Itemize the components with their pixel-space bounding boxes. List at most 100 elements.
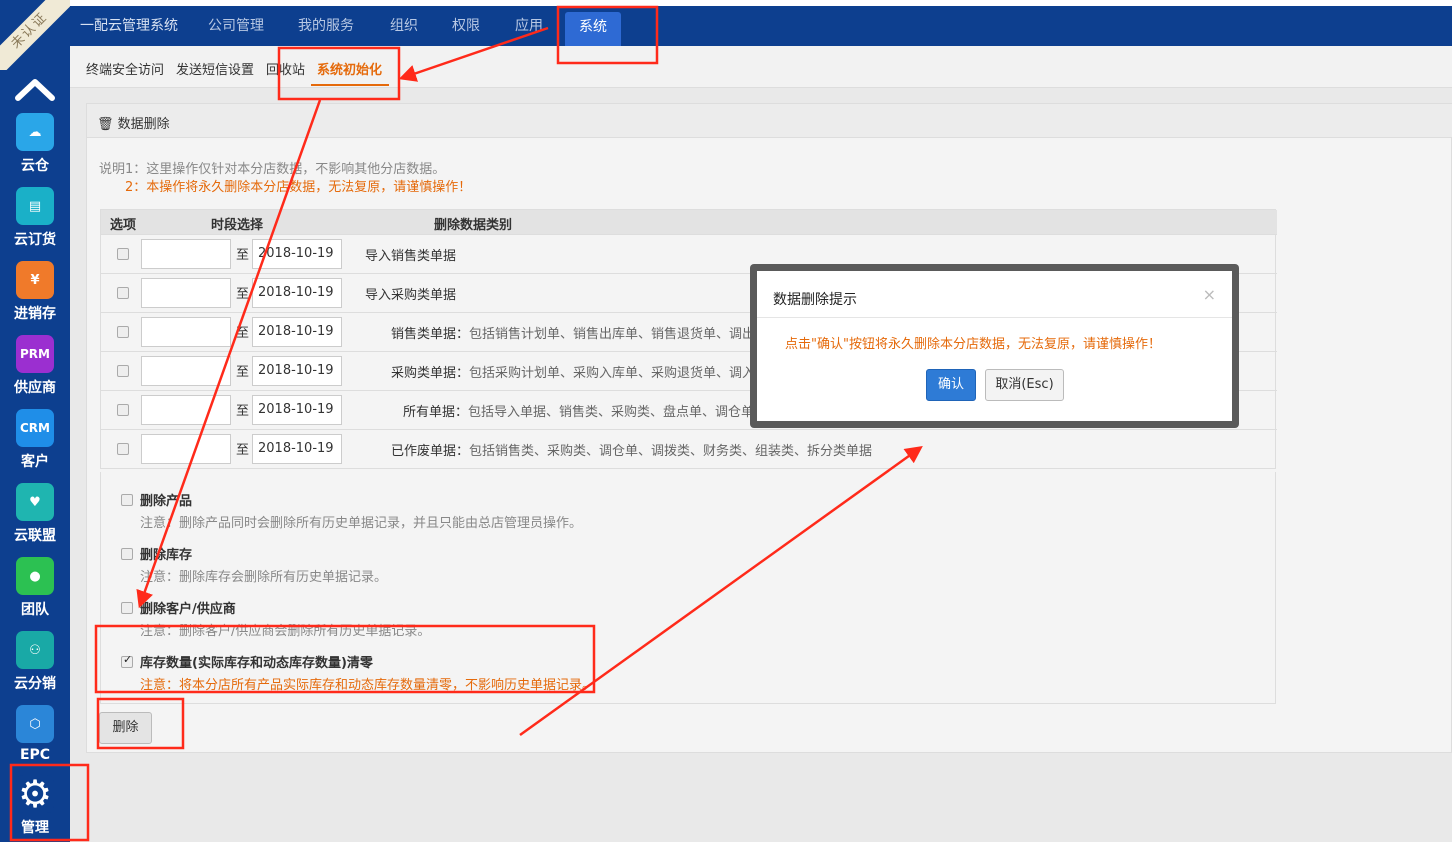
sidebar-item-2[interactable]: ¥ 进销存	[0, 261, 70, 335]
category-name: 已作废单据：	[391, 444, 470, 459]
dialog-title: 数据删除提示	[773, 292, 857, 308]
dialog-body: 数据删除提示 × 点击"确认"按钮将永久删除本分店数据，无法复原，请谨慎操作！ …	[757, 271, 1232, 421]
row-checkbox[interactable]	[117, 287, 129, 299]
category-desc: 包括采购计划单、采购入库单、采购退货单、调入单	[469, 366, 769, 381]
end-date-input[interactable]: 2018-10-19	[252, 356, 342, 386]
start-date-input[interactable]	[141, 356, 231, 386]
to-label: 至	[236, 443, 250, 458]
row-checkbox[interactable]	[117, 443, 129, 455]
sidebar-item-1[interactable]: ▤ 云订货	[0, 187, 70, 261]
dialog-divider	[757, 317, 1232, 318]
network-icon: ⚇	[16, 631, 54, 669]
sidebar-item-6[interactable]: ● 团队	[0, 557, 70, 631]
sidebar-item-label: 云仓	[21, 158, 49, 174]
sidebar-item-9[interactable]: ⚙ 管理	[0, 772, 70, 842]
dialog-message: 点击"确认"按钮将永久删除本分店数据，无法复原，请谨慎操作！	[785, 337, 1161, 352]
option-title: 库存数量(实际库存和动态库存数量)清零	[140, 656, 373, 671]
col-option: 选项	[110, 218, 137, 233]
nav-system-name: 一配云管理系统	[80, 18, 178, 34]
sidebar-item-4[interactable]: CRM 客户	[0, 409, 70, 483]
category-name: 销售类单据：	[391, 327, 470, 342]
subnav-sms-settings[interactable]: 发送短信设置	[176, 59, 254, 78]
option-note: 注意：删除产品同时会删除所有历史单据记录，并且只能由总店管理员操作。	[140, 516, 583, 531]
option-title: 删除客户/供应商	[140, 602, 236, 617]
nav-system[interactable]: 系统	[565, 12, 621, 46]
delete-confirm-dialog: 数据删除提示 × 点击"确认"按钮将永久删除本分店数据，无法复原，请谨慎操作！ …	[750, 264, 1239, 428]
sidebar-item-label: 团队	[21, 602, 49, 618]
row-checkbox[interactable]	[117, 365, 129, 377]
end-date-input[interactable]: 2018-10-19	[252, 317, 342, 347]
end-date-input[interactable]: 2018-10-19	[252, 278, 342, 308]
panel-header: 🗑 数据删除	[87, 104, 1452, 138]
trash-icon: 🗑	[97, 117, 114, 132]
sidebar-item-label: 云分销	[14, 676, 56, 692]
option-title: 删除库存	[140, 548, 193, 563]
sidebar-item-label: 客户	[21, 454, 49, 470]
sidebar-item-label: 管理	[21, 820, 49, 836]
nav-company[interactable]: 公司管理	[208, 6, 264, 46]
sidebar-item-3[interactable]: PRM 供应商	[0, 335, 70, 409]
hexagon-icon: ⬡	[16, 705, 54, 743]
subnav-recycle-bin[interactable]: 回收站	[266, 59, 305, 78]
panel-title: 🗑 数据删除	[97, 117, 170, 132]
start-date-input[interactable]	[141, 395, 231, 425]
option-checkbox[interactable]	[121, 548, 133, 560]
col-category: 删除数据类别	[434, 218, 513, 233]
subnav-terminal-security[interactable]: 终端安全访问	[86, 59, 164, 78]
to-label: 至	[236, 248, 250, 263]
row-checkbox[interactable]	[117, 248, 129, 260]
option-checkbox[interactable]	[121, 653, 133, 668]
end-date-input[interactable]: 2018-10-19	[252, 239, 342, 269]
sidebar-item-label: 云联盟	[14, 528, 56, 544]
crm-icon: CRM	[16, 409, 54, 447]
left-sidebar: 未认证 ☁ 云仓 ▤ 云订货 ¥ 进销存 PRM 供应商 CRM 客户 ♥ 云联盟 ● 团队 ⚇ 云分销 ⬡ EP…	[0, 0, 70, 842]
option-title: 删除产品	[140, 494, 193, 509]
subnav-system-init[interactable]: 系统初始化	[317, 59, 382, 78]
delete-button[interactable]: 删除	[99, 712, 152, 744]
option-checkbox[interactable]	[121, 602, 133, 614]
to-label: 至	[236, 287, 250, 302]
data-delete-panel: 🗑 数据删除 说明1：这里操作仅针对本分店数据，不影响其他分店数据。 2：本操作…	[86, 103, 1452, 753]
sidebar-item-8[interactable]: ⬡ EPC	[0, 705, 70, 779]
start-date-input[interactable]	[141, 434, 231, 464]
category-text: 采购类单据：包括采购计划单、采购入库单、采购退货单、调入单	[391, 362, 768, 381]
collapse-chevron-icon[interactable]	[14, 74, 56, 104]
start-date-input[interactable]	[141, 278, 231, 308]
category-desc: 包括销售计划单、销售出库单、销售退货单、调出单	[469, 327, 769, 342]
sub-nav: 终端安全访问 发送短信设置 回收站 系统初始化	[70, 46, 1452, 88]
category-text: 导入采购类单据	[365, 284, 456, 303]
row-checkbox[interactable]	[117, 404, 129, 416]
sidebar-item-0[interactable]: ☁ 云仓	[0, 113, 70, 187]
sidebar-item-7[interactable]: ⚇ 云分销	[0, 631, 70, 705]
cloud-icon: ☁	[16, 113, 54, 151]
table-header: 选项 时段选择 删除数据类别	[101, 210, 1277, 234]
yen-icon: ¥	[16, 261, 54, 299]
sidebar-item-label: EPC	[19, 747, 51, 763]
to-label: 至	[236, 404, 250, 419]
close-icon[interactable]: ×	[1203, 285, 1216, 304]
start-date-input[interactable]	[141, 239, 231, 269]
option-note: 注意：删除客户/供应商会删除所有历史单据记录。	[140, 624, 431, 639]
option-note: 注意：将本分店所有产品实际库存和动态库存数量清零，不影响历史单据记录。	[140, 678, 596, 693]
end-date-input[interactable]: 2018-10-19	[252, 434, 342, 464]
row-checkbox[interactable]	[117, 326, 129, 338]
sidebar-item-label: 供应商	[14, 380, 56, 396]
nav-apps[interactable]: 应用	[515, 6, 543, 46]
nav-services[interactable]: 我的服务	[298, 6, 354, 46]
delete-options: 删除产品注意：删除产品同时会删除所有历史单据记录，并且只能由总店管理员操作。 删除…	[100, 472, 1276, 704]
end-date-input[interactable]: 2018-10-19	[252, 395, 342, 425]
unverified-ribbon: 未认证	[0, 0, 70, 70]
confirm-button[interactable]: 确认	[926, 369, 976, 401]
category-name: 所有单据：	[403, 405, 469, 420]
sidebar-item-label: 云订货	[14, 232, 56, 248]
category-text: 所有单据：包括导入单据、销售类、采购类、盘点单、调仓单	[403, 401, 754, 420]
nav-permission[interactable]: 权限	[452, 6, 480, 46]
option-checkbox[interactable]	[121, 494, 133, 506]
cancel-button[interactable]: 取消(Esc)	[985, 369, 1064, 401]
active-tab-underline	[311, 84, 389, 86]
nav-org[interactable]: 组织	[390, 6, 418, 46]
note-2: 2：本操作将永久删除本分店数据，无法复原，请谨慎操作！	[125, 180, 472, 195]
sidebar-item-5[interactable]: ♥ 云联盟	[0, 483, 70, 557]
sidebar-item-label: 进销存	[14, 306, 56, 322]
start-date-input[interactable]	[141, 317, 231, 347]
